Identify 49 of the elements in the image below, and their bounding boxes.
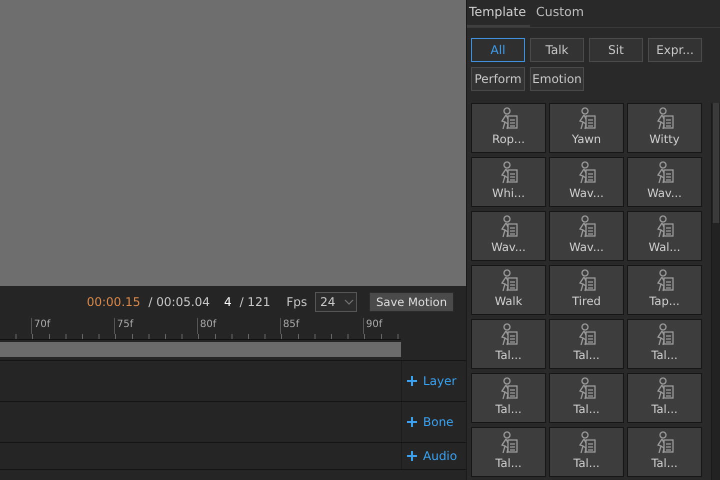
filter-button[interactable]: All — [471, 38, 525, 62]
filter-button[interactable]: Emotion — [530, 67, 584, 91]
plus-icon — [407, 376, 417, 386]
filter-button[interactable]: Sit — [589, 38, 643, 62]
motion-card[interactable]: Wav... — [549, 211, 624, 261]
motion-card[interactable]: Tired — [549, 265, 624, 315]
filter-button[interactable]: Expr... — [648, 38, 702, 62]
motion-card[interactable]: Tal... — [627, 373, 702, 423]
ruler-label: 80f — [197, 318, 280, 334]
fps-dropdown[interactable]: 24 — [315, 292, 358, 312]
filter-button[interactable]: Talk — [530, 38, 584, 62]
motion-card[interactable]: Rop... — [471, 103, 546, 153]
motion-card[interactable]: Wav... — [627, 157, 702, 207]
motion-card[interactable]: Tal... — [549, 427, 624, 477]
frame-total: / 121 — [240, 295, 270, 309]
scrollbar[interactable] — [711, 103, 720, 480]
chevron-icon — [344, 299, 354, 305]
current-time: 00:00.15 — [86, 295, 140, 309]
motion-card[interactable]: Tal... — [549, 319, 624, 369]
plus-icon — [407, 451, 417, 461]
motion-card[interactable]: Walk — [471, 265, 546, 315]
motion-card[interactable]: Yawn — [549, 103, 624, 153]
motion-card[interactable]: Tal... — [471, 319, 546, 369]
add-track-button[interactable]: Layer — [407, 374, 456, 388]
motion-card[interactable]: Tap... — [627, 265, 702, 315]
plus-icon — [407, 417, 417, 427]
save-motion-button[interactable]: Save Motion — [369, 292, 454, 312]
motion-card[interactable]: Wav... — [549, 157, 624, 207]
ruler-label: 70f — [31, 318, 114, 334]
add-track-button[interactable]: Audio — [407, 449, 458, 463]
add-track-button[interactable]: Bone — [407, 415, 454, 429]
ruler-label: 75f — [114, 318, 197, 334]
ruler-label: 85f — [280, 318, 363, 334]
panel-tab[interactable]: Template — [467, 0, 530, 27]
current-frame: 4 — [224, 295, 232, 309]
motion-card[interactable]: Tal... — [627, 427, 702, 477]
motion-card[interactable]: Witty — [627, 103, 702, 153]
motion-card[interactable]: Whi... — [471, 157, 546, 207]
motion-card[interactable]: Tal... — [627, 319, 702, 369]
filter-button[interactable]: Perform — [471, 67, 525, 91]
motion-card[interactable]: Wav... — [471, 211, 546, 261]
motion-card[interactable]: Tal... — [471, 373, 546, 423]
panel-tab[interactable]: Custom — [534, 0, 588, 27]
motion-card[interactable]: Tal... — [471, 427, 546, 477]
motion-card[interactable]: Wal... — [627, 211, 702, 261]
ruler-label: 90f — [363, 318, 446, 334]
fps-label: Fps — [286, 295, 308, 309]
motion-card[interactable]: Tal... — [549, 373, 624, 423]
total-time: / 00:05.04 — [148, 295, 210, 309]
